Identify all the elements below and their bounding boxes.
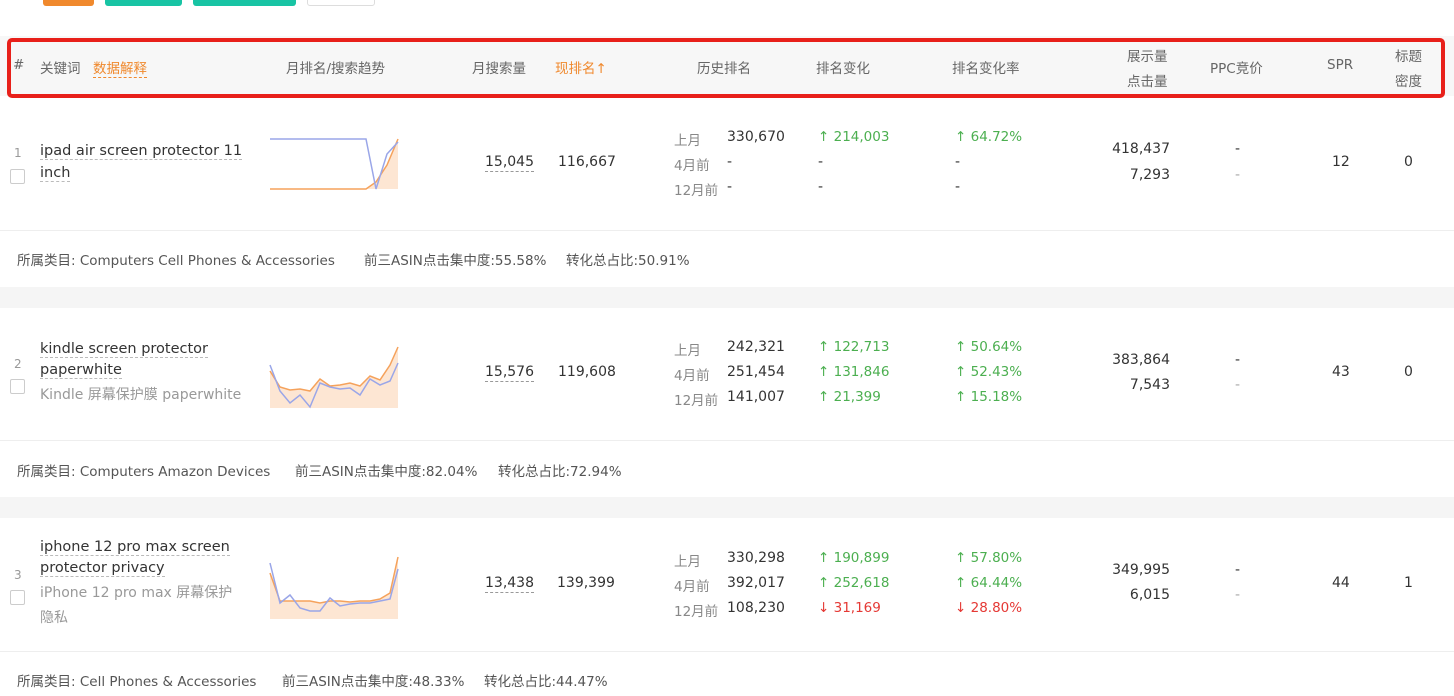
history-value: 392,017 (727, 575, 785, 591)
rank-change-rate: ↑ 50.64% (955, 339, 1023, 355)
rank-change: ↑ 122,713 (818, 339, 890, 355)
white-button[interactable] (307, 0, 375, 6)
history-value: 141,007 (727, 389, 785, 405)
impressions: 418,437 (1112, 141, 1170, 157)
rank-change: ↑ 252,618 (818, 575, 890, 591)
rank-change: ↑ 21,399 (818, 389, 881, 405)
trend-sparkline[interactable] (268, 553, 402, 621)
rank-change: - (818, 154, 824, 170)
category-label: 所属类目: Cell Phones & Accessories (17, 674, 257, 690)
spr-value: 44 (1332, 575, 1350, 591)
keyword-link-line2[interactable]: paperwhite (40, 362, 122, 379)
history-label: 4月前 (674, 579, 710, 595)
clicks: 7,543 (1129, 377, 1170, 393)
rank-change-rate: - (955, 154, 961, 170)
row-index: 3 (14, 568, 22, 582)
row-separator (0, 287, 1454, 308)
rank-change-rate: ↑ 15.18% (955, 389, 1023, 405)
teal-button-1[interactable] (105, 0, 182, 6)
rank-change: - (818, 179, 824, 195)
ppc-bid: - (1235, 141, 1241, 157)
highlight-box (7, 38, 1445, 98)
history-label: 4月前 (674, 368, 710, 384)
ppc-bid-2: - (1235, 587, 1241, 603)
ppc-bid: - (1235, 562, 1241, 578)
history-value: - (727, 154, 733, 170)
category-bar: 所属类目: Computers Amazon Devices 前三ASIN点击集… (0, 440, 1454, 497)
top3-concentration: 前三ASIN点击集中度:48.33% (282, 674, 465, 690)
history-label: 上月 (674, 133, 701, 149)
title-density: 0 (1404, 364, 1413, 380)
clicks: 7,293 (1129, 167, 1170, 183)
row-index: 2 (14, 357, 22, 371)
history-value: 330,298 (727, 550, 785, 566)
category-bar: 所属类目: Computers Cell Phones & Accessorie… (0, 230, 1454, 287)
history-value: 242,321 (727, 339, 785, 355)
ppc-bid-2: - (1235, 377, 1241, 393)
rank-change-rate: ↓ 28.80% (955, 600, 1023, 616)
row-index: 1 (14, 146, 22, 160)
history-value: 330,670 (727, 129, 785, 145)
row-checkbox[interactable] (10, 590, 25, 605)
trend-sparkline[interactable] (268, 343, 402, 411)
rank-change-rate: ↑ 57.80% (955, 550, 1023, 566)
row-checkbox[interactable] (10, 169, 25, 184)
trend-sparkline[interactable] (268, 132, 402, 192)
history-value: 251,454 (727, 364, 785, 380)
history-label: 12月前 (674, 183, 719, 199)
category-label: 所属类目: Computers Amazon Devices (17, 464, 271, 480)
row-checkbox[interactable] (10, 379, 25, 394)
rank-change: ↑ 190,899 (818, 550, 890, 566)
impressions: 349,995 (1112, 562, 1170, 578)
conversion-ratio: 转化总占比:44.47% (484, 674, 608, 690)
monthly-search[interactable]: 13,438 (485, 575, 534, 593)
keyword-link[interactable]: iphone 12 pro max screen (40, 539, 230, 556)
rank-change-rate: ↑ 64.44% (955, 575, 1023, 591)
keyword-link[interactable]: ipad air screen protector 11 (40, 143, 243, 160)
spr-value: 43 (1332, 364, 1350, 380)
keyword-link[interactable]: kindle screen protector (40, 341, 209, 358)
row-separator (0, 497, 1454, 518)
keyword-translation: Kindle 屏幕保护膜 paperwhite (40, 387, 242, 403)
history-value: - (727, 179, 733, 195)
keyword-link-line2[interactable]: inch (40, 165, 71, 182)
category-label: 所属类目: Computers Cell Phones & Accessorie… (17, 253, 335, 269)
monthly-search[interactable]: 15,576 (485, 364, 534, 382)
conversion-ratio: 转化总占比:72.94% (498, 464, 622, 480)
rank-change: ↑ 214,003 (818, 129, 890, 145)
category-bar: 所属类目: Cell Phones & Accessories 前三ASIN点击… (0, 651, 1454, 696)
current-rank: 139,399 (557, 575, 615, 591)
top3-concentration: 前三ASIN点击集中度:55.58% (364, 253, 547, 269)
history-label: 12月前 (674, 604, 719, 620)
clicks: 6,015 (1129, 587, 1170, 603)
history-label: 4月前 (674, 158, 710, 174)
history-value: 108,230 (727, 600, 785, 616)
conversion-ratio: 转化总占比:50.91% (566, 253, 690, 269)
history-label: 上月 (674, 554, 701, 570)
history-label: 上月 (674, 343, 701, 359)
rank-change-rate: - (955, 179, 961, 195)
impressions: 383,864 (1112, 352, 1170, 368)
ppc-bid: - (1235, 352, 1241, 368)
orange-button[interactable] (43, 0, 94, 6)
title-density: 1 (1404, 575, 1413, 591)
current-rank: 119,608 (558, 364, 616, 380)
ppc-bid-2: - (1235, 167, 1241, 183)
keyword-link-line2[interactable]: protector privacy (40, 560, 165, 577)
history-label: 12月前 (674, 393, 719, 409)
teal-button-2[interactable] (193, 0, 296, 6)
rank-change: ↑ 131,846 (818, 364, 890, 380)
rank-change: ↓ 31,169 (818, 600, 881, 616)
top3-concentration: 前三ASIN点击集中度:82.04% (295, 464, 478, 480)
keyword-translation-line2: 隐私 (40, 610, 68, 626)
current-rank: 116,667 (558, 154, 616, 170)
spr-value: 12 (1332, 154, 1350, 170)
title-density: 0 (1404, 154, 1413, 170)
rank-change-rate: ↑ 52.43% (955, 364, 1023, 380)
rank-change-rate: ↑ 64.72% (955, 129, 1023, 145)
monthly-search[interactable]: 15,045 (485, 154, 534, 172)
keyword-translation: iPhone 12 pro max 屏幕保护 (40, 585, 233, 601)
